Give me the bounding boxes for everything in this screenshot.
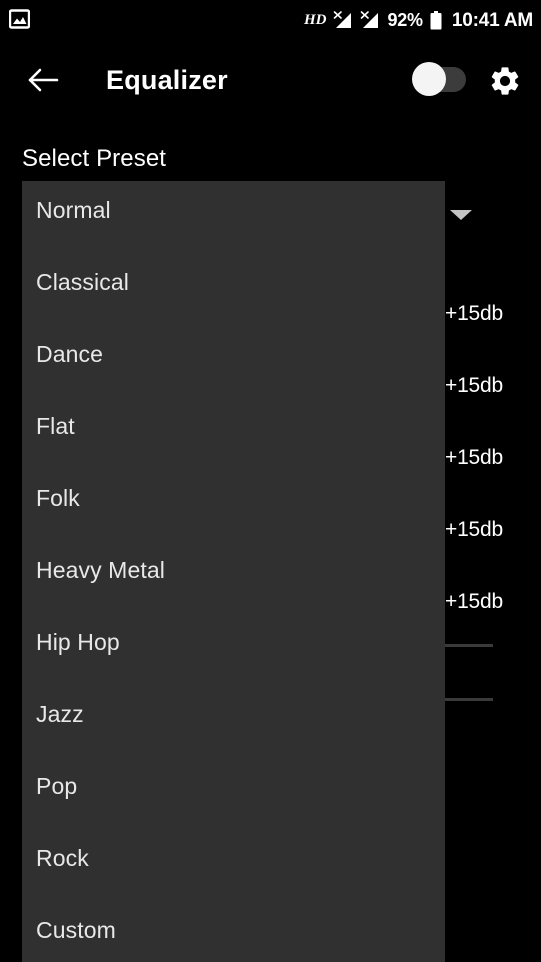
equalizer-screen: HD 92% 10:41 AM Equalizer Select Preset … bbox=[0, 0, 541, 962]
band-slider-track[interactable] bbox=[443, 698, 493, 701]
list-item[interactable]: Classical bbox=[36, 262, 129, 302]
signal-no-service-icon-2 bbox=[360, 10, 380, 30]
list-item[interactable]: Folk bbox=[36, 478, 80, 518]
status-bar-left-icons bbox=[9, 9, 30, 29]
battery-percent-label: 92% bbox=[387, 10, 423, 30]
list-item[interactable]: Rock bbox=[36, 838, 89, 878]
chevron-down-icon[interactable] bbox=[450, 210, 472, 220]
band-gain-label: +15db bbox=[445, 590, 503, 613]
battery-full-icon bbox=[430, 10, 442, 30]
equalizer-enable-toggle[interactable] bbox=[412, 62, 468, 96]
band-gain-label: +15db bbox=[445, 374, 503, 397]
select-preset-label: Select Preset bbox=[22, 145, 167, 172]
hd-indicator-label: HD bbox=[303, 11, 327, 28]
toggle-knob bbox=[412, 62, 446, 96]
preset-dropdown-list[interactable]: Normal Classical Dance Flat Folk Heavy M… bbox=[22, 181, 445, 962]
list-item[interactable]: Pop bbox=[36, 766, 77, 806]
list-item[interactable]: Custom bbox=[36, 910, 116, 950]
band-gain-label: +15db bbox=[445, 302, 503, 325]
settings-button[interactable] bbox=[483, 62, 527, 100]
list-item[interactable]: Flat bbox=[36, 406, 75, 446]
signal-no-service-icon-1 bbox=[333, 10, 353, 30]
gear-icon bbox=[488, 64, 522, 98]
list-item[interactable]: Heavy Metal bbox=[36, 550, 165, 590]
band-slider-track[interactable] bbox=[443, 644, 493, 647]
app-bar: Equalizer bbox=[0, 40, 541, 120]
back-arrow-icon bbox=[26, 65, 60, 95]
status-bar: HD 92% 10:41 AM bbox=[0, 0, 541, 40]
list-item[interactable]: Hip Hop bbox=[36, 622, 120, 662]
gallery-icon bbox=[9, 9, 30, 29]
status-bar-clock: 10:41 AM bbox=[451, 9, 533, 31]
back-button[interactable] bbox=[18, 56, 68, 104]
list-item[interactable]: Normal bbox=[36, 190, 111, 230]
band-gain-label: +15db bbox=[445, 446, 503, 469]
page-title: Equalizer bbox=[106, 64, 228, 95]
list-item[interactable]: Jazz bbox=[36, 694, 84, 734]
list-item[interactable]: Dance bbox=[36, 334, 103, 374]
band-gain-label: +15db bbox=[445, 518, 503, 541]
status-bar-right-icons: HD 92% 10:41 AM bbox=[304, 0, 533, 40]
